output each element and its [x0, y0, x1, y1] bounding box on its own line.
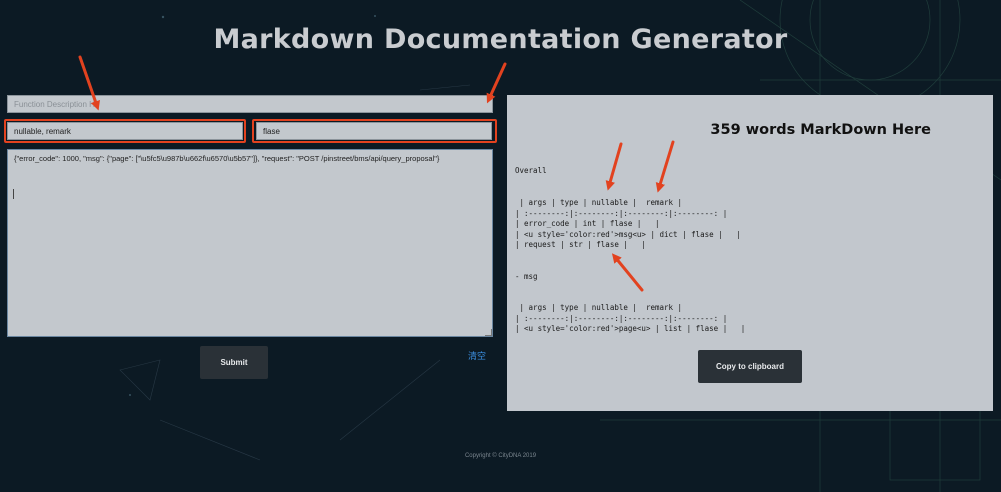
function-description-input[interactable]: Function Description He: [7, 95, 493, 113]
markdown-table-header: | args | type | nullable | remark |: [515, 198, 683, 207]
clear-link[interactable]: 清空: [468, 349, 486, 362]
markdown-table-row: | <u style='color:red'>msg<u> | dict | f…: [515, 230, 741, 239]
markdown-table-header: | args | type | nullable | remark |: [515, 303, 683, 312]
footer-copyright: Copyright © CityDNA 2019: [464, 453, 537, 459]
markdown-line-overall: Overall: [515, 166, 547, 175]
page-title: Markdown Documentation Generator: [213, 24, 788, 55]
markdown-table-row: | error_code | int | flase | |: [515, 219, 660, 228]
markdown-table-divider: | :--------:|:--------:|:--------:|:----…: [515, 209, 728, 218]
textarea-resize-handle[interactable]: [485, 329, 492, 336]
markdown-table-row: | <u style='color:red'>page<u> | list | …: [515, 324, 746, 333]
json-response-textarea[interactable]: {"error_code": 1000, "msg": {"page": ["\…: [7, 149, 493, 337]
markdown-table-divider: | :--------:|:--------:|:--------:|:----…: [515, 314, 728, 323]
columns-input-highlight: [4, 119, 246, 143]
copy-to-clipboard-button[interactable]: Copy to clipboard: [698, 350, 802, 383]
submit-button[interactable]: Submit: [200, 346, 268, 379]
text-caret: [13, 189, 14, 199]
word-count-heading: 359 words MarkDown Here: [710, 122, 931, 138]
markdown-section-msg: - msg: [515, 272, 538, 281]
default-value-input-highlight: [252, 119, 497, 143]
markdown-table-row: | request | str | flase | |: [515, 240, 646, 249]
